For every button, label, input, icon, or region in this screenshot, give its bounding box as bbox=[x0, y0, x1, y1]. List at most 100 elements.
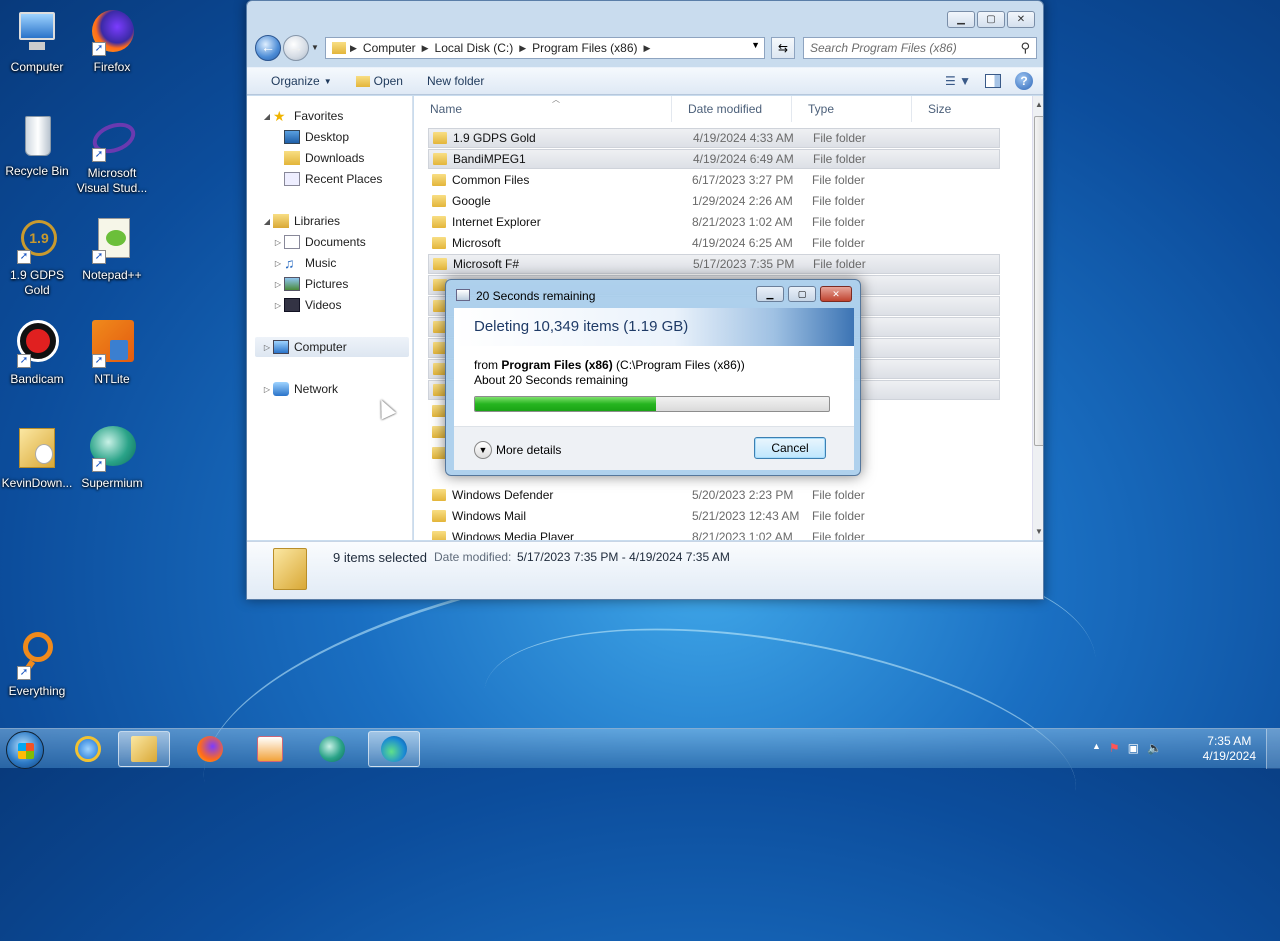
table-row[interactable]: 1.9 GDPS Gold 4/19/2024 4:33 AM File folde… bbox=[428, 128, 1000, 148]
videos-icon bbox=[284, 298, 300, 312]
desktop-icon-bandicam[interactable]: ➚ Bandicam bbox=[0, 320, 77, 387]
view-options-icon[interactable]: ☰ ▼ bbox=[945, 74, 971, 88]
scroll-up-icon[interactable]: ▲ bbox=[1035, 100, 1043, 109]
column-name[interactable]: Name bbox=[414, 96, 672, 122]
minimize-button[interactable]: ▁ bbox=[756, 286, 784, 302]
supermium-icon: ➚ bbox=[88, 424, 136, 472]
more-details-button[interactable]: ▼ More details bbox=[474, 441, 561, 459]
show-hidden-icons-icon[interactable]: ▲ bbox=[1092, 741, 1101, 755]
table-row[interactable]: Windows Media Player 8/21/2023 1:02 AM Fil… bbox=[428, 527, 1000, 540]
nav-libraries[interactable]: ◢ Libraries bbox=[261, 211, 340, 231]
taskbar-media-player[interactable] bbox=[244, 731, 296, 767]
taskbar-firefox[interactable] bbox=[184, 731, 236, 767]
nav-pictures[interactable]: ▷ Pictures bbox=[272, 274, 348, 294]
desktop-icon-computer[interactable]: Computer bbox=[0, 8, 77, 75]
dialog-body: from Program Files (x86) (C:\Program Fil… bbox=[454, 346, 854, 470]
forward-button[interactable]: → bbox=[283, 35, 309, 61]
nav-music[interactable]: ▷ ♫ Music bbox=[272, 253, 336, 273]
recent-pages-icon[interactable]: ▼ bbox=[311, 43, 319, 52]
scroll-thumb[interactable] bbox=[1034, 116, 1043, 446]
media-player-icon bbox=[257, 736, 283, 762]
desktop-icon-recycle-bin[interactable]: Recycle Bin bbox=[0, 112, 77, 179]
desktop-icon-notepadpp[interactable]: ➚ Notepad++ bbox=[72, 216, 152, 283]
address-bar[interactable]: ▶ Computer ▶ Local Disk (C:) ▶ Program F… bbox=[325, 37, 765, 59]
nav-favorites[interactable]: ◢ ★ Favorites bbox=[261, 106, 343, 126]
folder-icon bbox=[432, 447, 446, 459]
minimize-button[interactable]: ▁ bbox=[947, 11, 975, 28]
maximize-button[interactable]: ▢ bbox=[788, 286, 816, 302]
dialog-footer: ▼ More details Cancel bbox=[454, 426, 854, 470]
folder-icon bbox=[433, 132, 447, 144]
preview-pane-icon[interactable] bbox=[985, 74, 1001, 88]
network-icon[interactable]: ▣ bbox=[1128, 741, 1139, 755]
open-button[interactable]: Open bbox=[344, 74, 415, 88]
everything-icon: ➚ bbox=[13, 632, 61, 680]
table-row[interactable]: Google 1/29/2024 2:26 AM File folder bbox=[428, 191, 1000, 211]
desktop-icon-ntlite[interactable]: ➚ NTLite bbox=[72, 320, 152, 387]
column-type[interactable]: Type bbox=[792, 96, 912, 122]
nav-network[interactable]: ▷ Network bbox=[261, 379, 338, 399]
collapse-arrow-icon: ▷ bbox=[263, 384, 271, 394]
nav-recent-places[interactable]: Recent Places bbox=[284, 169, 382, 189]
nav-videos[interactable]: ▷ Videos bbox=[272, 295, 341, 315]
table-row[interactable]: Microsoft 4/19/2024 6:25 AM File folder bbox=[428, 233, 1000, 253]
star-icon: ★ bbox=[273, 108, 286, 124]
desktop-icon-everything[interactable]: ➚ Everything bbox=[0, 632, 77, 699]
vertical-scrollbar[interactable]: ▲ ▼ bbox=[1032, 96, 1043, 540]
organize-button[interactable]: Organize ▼ bbox=[247, 74, 344, 88]
desktop-icon-gdps[interactable]: 1.9 ➚ 1.9 GDPS Gold bbox=[0, 216, 77, 298]
desktop-icon-firefox[interactable]: ➚ Firefox bbox=[72, 8, 152, 75]
chevron-right-icon: ▶ bbox=[643, 42, 651, 53]
volume-icon[interactable]: 🔈 bbox=[1147, 741, 1162, 755]
desktop-icon-visual-studio[interactable]: ➚ Microsoft Visual Stud... bbox=[72, 117, 152, 196]
taskbar-internet-explorer[interactable] bbox=[62, 731, 114, 767]
new-folder-button[interactable]: New folder bbox=[415, 74, 496, 88]
recycle-icon bbox=[456, 289, 470, 301]
table-row[interactable]: Microsoft F# 5/17/2023 7:35 PM File folder bbox=[428, 254, 1000, 274]
command-bar: Organize ▼ Open New folder ☰ ▼ ? bbox=[247, 67, 1043, 95]
open-folder-icon bbox=[355, 75, 370, 87]
scroll-down-icon[interactable]: ▼ bbox=[1035, 527, 1043, 536]
taskbar-explorer[interactable] bbox=[118, 731, 170, 767]
expand-arrow-icon: ◢ bbox=[263, 111, 271, 121]
clock[interactable]: 7:35 AM 4/19/2024 bbox=[1203, 734, 1256, 764]
column-size[interactable]: Size bbox=[912, 96, 1012, 122]
refresh-button[interactable]: ⇆ bbox=[771, 37, 795, 59]
source-path: (C:\Program Files (x86)) bbox=[612, 358, 745, 372]
computer-icon bbox=[273, 340, 289, 354]
table-row[interactable]: BandiMPEG1 4/19/2024 6:49 AM File folder bbox=[428, 149, 1000, 169]
cancel-button[interactable]: Cancel bbox=[754, 437, 826, 459]
nav-documents[interactable]: ▷ Documents bbox=[272, 232, 366, 252]
nav-computer[interactable]: ▷ Computer bbox=[255, 337, 409, 357]
folder-icon bbox=[432, 195, 446, 207]
taskbar-edge[interactable] bbox=[368, 731, 420, 767]
desktop-icon-supermium[interactable]: ➚ Supermium bbox=[72, 424, 152, 491]
address-dropdown-icon[interactable]: ▼ bbox=[751, 40, 760, 50]
nav-downloads[interactable]: Downloads bbox=[284, 148, 364, 168]
close-button[interactable]: ✕ bbox=[820, 286, 852, 302]
table-row[interactable]: Common Files 6/17/2023 3:27 PM File folder bbox=[428, 170, 1000, 190]
taskbar-supermium[interactable] bbox=[306, 731, 358, 767]
chevron-down-icon: ▼ bbox=[474, 441, 492, 459]
breadcrumb-program-files[interactable]: Program Files (x86) bbox=[526, 41, 643, 55]
folder-icon bbox=[432, 531, 446, 540]
table-row[interactable]: Internet Explorer 8/21/2023 1:02 AM File f… bbox=[428, 212, 1000, 232]
help-icon[interactable]: ? bbox=[1015, 72, 1033, 90]
show-desktop-button[interactable] bbox=[1266, 729, 1280, 769]
desktop-icon-kevindown[interactable]: KevinDown... bbox=[0, 424, 77, 491]
breadcrumb-computer[interactable]: Computer bbox=[357, 41, 422, 55]
table-row[interactable]: Windows Mail 5/21/2023 12:43 AM File folde… bbox=[428, 506, 1000, 526]
folder-icon bbox=[432, 489, 446, 501]
close-button[interactable]: ✕ bbox=[1007, 11, 1035, 28]
action-center-icon[interactable]: ⚑ bbox=[1109, 741, 1120, 755]
nav-desktop[interactable]: Desktop bbox=[284, 127, 349, 147]
maximize-button[interactable]: ▢ bbox=[977, 11, 1005, 28]
libraries-icon bbox=[273, 214, 289, 228]
start-button[interactable] bbox=[6, 731, 44, 769]
breadcrumb-local-disk[interactable]: Local Disk (C:) bbox=[429, 41, 520, 55]
column-date-modified[interactable]: Date modified bbox=[672, 96, 792, 122]
collapse-arrow-icon: ▷ bbox=[274, 300, 282, 310]
back-button[interactable]: ← bbox=[255, 35, 281, 61]
table-row[interactable]: Windows Defender 5/20/2023 2:23 PM File fo… bbox=[428, 485, 1000, 505]
search-input[interactable]: Search Program Files (x86) ⚲ bbox=[803, 37, 1037, 59]
